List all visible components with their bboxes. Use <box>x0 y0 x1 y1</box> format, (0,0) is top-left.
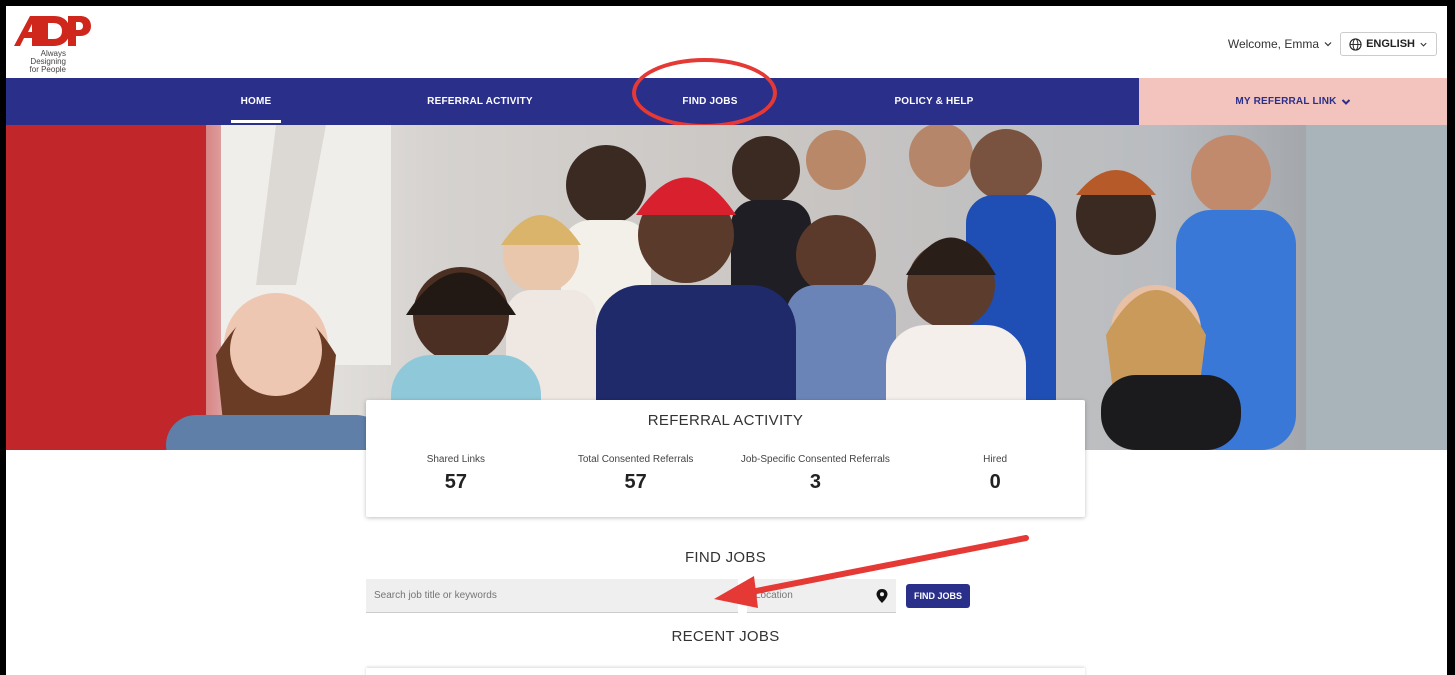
recent-jobs-card <box>366 668 1085 675</box>
adp-logo-mark <box>14 16 91 46</box>
find-jobs-title: FIND JOBS <box>684 549 767 566</box>
stat-shared-links[interactable]: Shared Links 57 <box>366 454 546 494</box>
map-pin-icon <box>876 588 888 603</box>
adp-logo[interactable]: Always Designing for People <box>10 12 96 74</box>
stat-value: 57 <box>444 471 467 493</box>
language-selector[interactable]: ENGLISH <box>1340 32 1437 56</box>
nav-referral-activity[interactable]: REFERRAL ACTIVITY <box>420 78 540 125</box>
stat-total-consented[interactable]: Total Consented Referrals 57 <box>546 454 726 494</box>
stat-value: 3 <box>809 471 821 493</box>
location-input[interactable]: Location <box>747 579 896 613</box>
stat-label: Hired <box>983 454 1008 465</box>
globe-icon <box>1349 37 1362 51</box>
language-label: ENGLISH <box>1366 38 1415 50</box>
find-jobs-button[interactable]: FIND JOBS <box>906 584 970 608</box>
stat-label: Total Consented Referrals <box>577 454 694 465</box>
stat-value: 0 <box>989 471 1001 493</box>
chevron-down-icon <box>1420 42 1427 47</box>
annotation-circle <box>632 58 777 128</box>
stat-value: 57 <box>624 471 647 493</box>
location-placeholder: Location <box>755 590 793 601</box>
chevron-down-icon <box>1324 42 1332 47</box>
chevron-down-icon <box>1341 98 1350 105</box>
referral-activity-card: REFERRAL ACTIVITY Shared Links 57 Total … <box>366 400 1085 517</box>
logo-tagline: Always Designing for People <box>29 49 66 74</box>
stat-job-specific-consented[interactable]: Job-Specific Consented Referrals 3 <box>726 454 906 494</box>
nav-policy-help[interactable]: POLICY & HELP <box>874 78 994 125</box>
recent-jobs-title: RECENT JOBS <box>671 628 780 645</box>
welcome-menu[interactable]: Welcome, Emma <box>1228 37 1333 51</box>
stat-label: Shared Links <box>426 454 486 465</box>
referral-stats: Shared Links 57 Total Consented Referral… <box>366 454 1085 494</box>
nav-my-referral-link[interactable]: MY REFERRAL LINK <box>1139 78 1447 125</box>
page: Always Designing for People Welcome, Emma… <box>6 6 1447 675</box>
stat-hired[interactable]: Hired 0 <box>905 454 1085 494</box>
job-search-input[interactable] <box>366 579 738 613</box>
referral-activity-title: REFERRAL ACTIVITY <box>647 412 804 429</box>
welcome-text: Welcome, Emma <box>1227 37 1319 51</box>
stat-label: Job-Specific Consented Referrals <box>740 454 890 465</box>
